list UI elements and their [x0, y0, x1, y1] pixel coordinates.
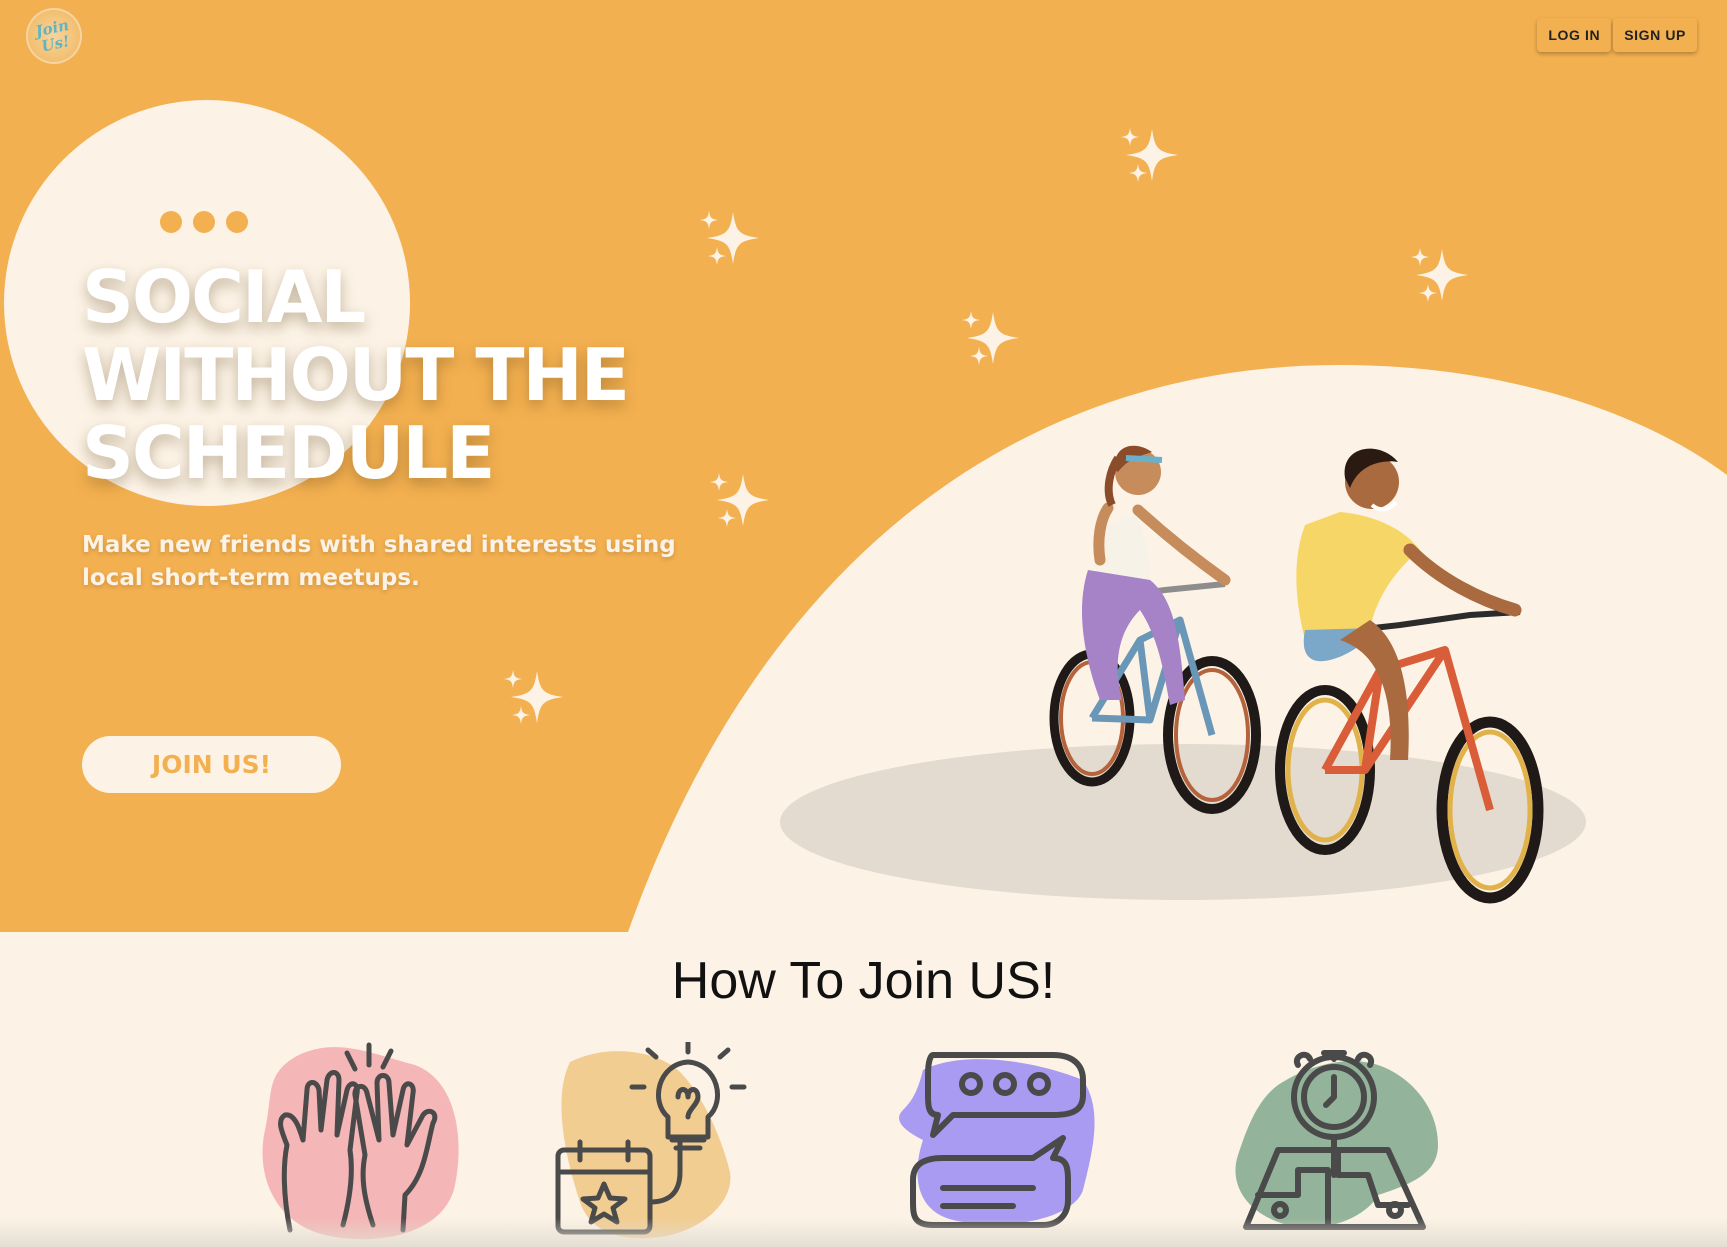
sparkle-icon: [699, 210, 759, 266]
sparkle-icon: [1120, 127, 1178, 183]
scroll-fade: [0, 1218, 1727, 1247]
dot: [226, 211, 248, 233]
sparkle-icon: [1410, 247, 1468, 303]
dot: [160, 211, 182, 233]
high-five-icon: [262, 1042, 459, 1240]
stopwatch-map-icon: [1235, 1050, 1438, 1230]
login-button[interactable]: LOG IN: [1537, 18, 1612, 52]
sparkle-icon: [961, 310, 1019, 366]
sparkle-icon: [709, 472, 769, 528]
signup-button[interactable]: SIGN UP: [1613, 18, 1697, 52]
idea-calendar-icon: [555, 1042, 747, 1239]
hero-subtitle: Make new friends with shared interests u…: [82, 532, 676, 591]
logo[interactable]: Join Us!: [26, 8, 82, 64]
hero-headline: SOCIAL WITHOUT THE SCHEDULE: [82, 255, 630, 495]
dot: [193, 211, 215, 233]
hero-section: Join Us! LOG IN SIGN UP SOCIAL WITHOUT T…: [0, 0, 1727, 932]
auth-buttons: LOG IN SIGN UP: [1537, 18, 1697, 52]
logo-text: Join Us!: [33, 15, 72, 56]
chat-bubbles-icon: [899, 1052, 1095, 1228]
sparkle-icon: [503, 669, 563, 725]
join-us-button[interactable]: JOIN US!: [82, 736, 341, 793]
how-to-join-title: How To Join US!: [671, 952, 1056, 1010]
dots-decoration: [160, 211, 248, 233]
